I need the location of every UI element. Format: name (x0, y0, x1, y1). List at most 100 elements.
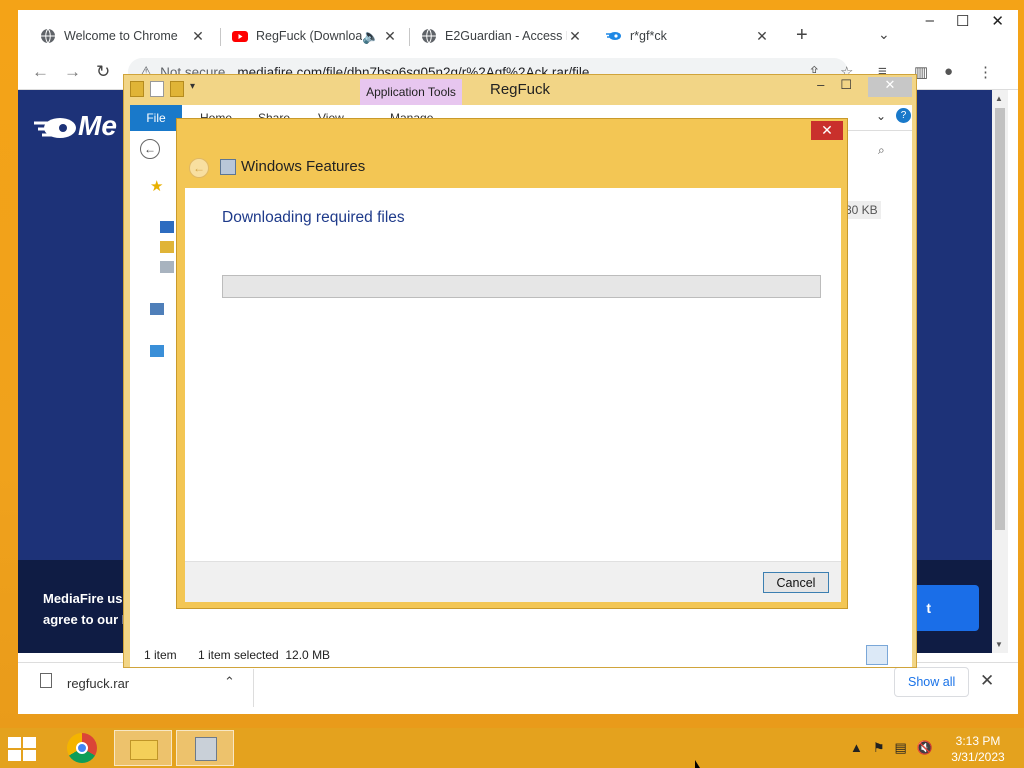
close-icon[interactable]: ✕ (868, 77, 912, 97)
properties-icon[interactable] (150, 81, 164, 97)
youtube-icon (232, 28, 248, 44)
application-tools-tab[interactable]: Application Tools (360, 79, 462, 105)
close-icon[interactable]: ✕ (980, 671, 994, 691)
tab-regfuck-download[interactable]: RegFuck (Download 🔈 ✕ (222, 18, 408, 54)
large-icons-view-icon[interactable] (890, 645, 912, 665)
downloads-bar: regfuck.rar ⌃ Show all ✕ (18, 662, 1018, 714)
volume-muted-icon[interactable]: 🔇 (917, 740, 933, 756)
new-tab-plus-icon[interactable]: + (796, 24, 808, 47)
downloads-folder-icon[interactable] (160, 241, 174, 253)
show-hidden-icons-icon[interactable]: ▲ (850, 740, 863, 756)
tab-welcome-to-chrome[interactable]: Welcome to Chrome ✕ (30, 18, 216, 54)
tab-title: Welcome to Chrome (64, 29, 178, 43)
tab-close-icon[interactable]: ✕ (382, 28, 398, 45)
chevron-down-icon[interactable]: ⌄ (878, 26, 890, 43)
folder-icon (130, 740, 158, 760)
dialog-content: Downloading required files (185, 188, 841, 561)
search-icon[interactable]: ⌕ (878, 143, 885, 158)
download-file-name[interactable]: regfuck.rar (67, 676, 129, 691)
chevron-up-icon[interactable]: ⌃ (224, 674, 235, 690)
action-center-flag-icon[interactable]: ⚑ (873, 740, 885, 756)
page-scrollbar[interactable]: ▲ ▼ (992, 90, 1008, 653)
tab-separator (220, 28, 221, 46)
explorer-titlebar: RegFuck ▾ Application Tools – ☐ ✕ (124, 75, 916, 105)
mediafire-logo[interactable]: Me (34, 110, 117, 142)
window-title: RegFuck (489, 81, 551, 98)
network-icon[interactable]: ▤ (895, 740, 907, 756)
windows-features-icon (220, 159, 236, 175)
banner-line-1: MediaFire use (43, 591, 130, 606)
globe-icon (40, 28, 56, 44)
tab-title: r*gf*ck (630, 29, 667, 43)
back-arrow-icon[interactable]: ← (189, 158, 209, 178)
dropdown-arrow-icon[interactable]: ▾ (190, 81, 195, 97)
windows-features-icon (195, 737, 217, 761)
taskbar-chrome[interactable] (52, 730, 110, 766)
taskbar: ▲ ⚑ ▤ 🔇 3:13 PM 3/31/2023 (0, 728, 1024, 768)
quick-access-toolbar: ▾ (130, 81, 195, 97)
divider (253, 669, 254, 707)
dialog-footer: Cancel (185, 561, 841, 602)
tab-e2guardian[interactable]: E2Guardian - Access De ✕ (411, 18, 593, 54)
chrome-icon (67, 733, 97, 763)
show-all-button[interactable]: Show all (894, 667, 970, 697)
new-folder-icon[interactable] (170, 81, 184, 97)
windows-features-dialog: ✕ ← Windows Features Downloading require… (176, 118, 848, 609)
tab-title: E2Guardian - Access De (445, 29, 567, 43)
folder-icon[interactable] (130, 81, 144, 97)
tab-close-icon[interactable]: ✕ (190, 28, 206, 45)
system-tray: ▲ ⚑ ▤ 🔇 (850, 740, 933, 756)
network-icon[interactable] (150, 345, 164, 357)
reload-icon[interactable]: ↻ (96, 62, 110, 82)
globe-icon (421, 28, 437, 44)
speaker-icon[interactable]: 🔈 (362, 28, 379, 45)
banner-line-2: agree to our P (43, 612, 131, 627)
cancel-button[interactable]: Cancel (763, 572, 829, 593)
more-menu-icon[interactable]: ⋮ (978, 63, 993, 81)
help-icon[interactable]: ? (896, 108, 911, 123)
scroll-down-icon[interactable]: ▼ (995, 640, 1003, 649)
minimize-icon[interactable]: – (926, 12, 934, 30)
tab-strip: Welcome to Chrome ✕ RegFuck (Download 🔈 … (18, 10, 1018, 54)
minimize-icon[interactable]: – (817, 77, 824, 97)
browser-window-controls: – ☐ ✕ (926, 12, 1004, 30)
taskbar-file-explorer[interactable] (114, 730, 172, 766)
recent-places-icon[interactable] (160, 261, 174, 273)
maximize-icon[interactable]: ☐ (956, 12, 969, 30)
system-clock[interactable]: 3:13 PM 3/31/2023 (950, 733, 1006, 765)
chevron-down-icon[interactable]: ⌄ (876, 109, 886, 123)
mouse-cursor (695, 760, 700, 768)
selection-info: 1 item selected 12.0 MB (198, 648, 331, 662)
forward-arrow-icon[interactable]: → (64, 62, 81, 82)
ribbon-file-tab[interactable]: File (130, 105, 182, 131)
this-pc-icon[interactable] (150, 303, 164, 315)
scroll-up-icon[interactable]: ▲ (995, 94, 1003, 103)
profile-icon[interactable]: ● (944, 63, 953, 80)
back-arrow-icon[interactable]: ← (32, 62, 49, 82)
back-arrow-icon[interactable]: ← (140, 139, 160, 159)
favorites-star-icon[interactable]: ★ (150, 177, 163, 195)
scroll-thumb[interactable] (995, 108, 1005, 530)
logo-text: Me (78, 110, 117, 141)
tab-close-icon[interactable]: ✕ (754, 28, 770, 45)
details-view-icon[interactable] (866, 645, 888, 665)
clock-time: 3:13 PM (955, 734, 1001, 748)
close-icon[interactable]: ✕ (811, 121, 843, 140)
tab-close-icon[interactable]: ✕ (567, 28, 583, 45)
download-progress-bar (222, 275, 821, 298)
dialog-title: Windows Features (241, 158, 366, 175)
item-count: 1 item (144, 648, 177, 662)
close-icon[interactable]: ✕ (991, 12, 1004, 30)
taskbar-windows-features[interactable] (176, 730, 234, 766)
file-icon (40, 673, 52, 688)
mediafire-icon (606, 28, 622, 44)
desktop-icon[interactable] (160, 221, 174, 233)
maximize-icon[interactable]: ☐ (840, 77, 852, 97)
tab-separator (409, 28, 410, 46)
tab-mediafire-active[interactable]: r*gf*ck ✕ (596, 18, 780, 54)
windows-start-icon[interactable] (8, 737, 38, 761)
dialog-heading: Downloading required files (222, 209, 405, 226)
tab-title: RegFuck (Download (256, 29, 362, 43)
clock-date: 3/31/2023 (951, 750, 1005, 764)
explorer-window-controls: – ☐ ✕ (817, 77, 912, 97)
